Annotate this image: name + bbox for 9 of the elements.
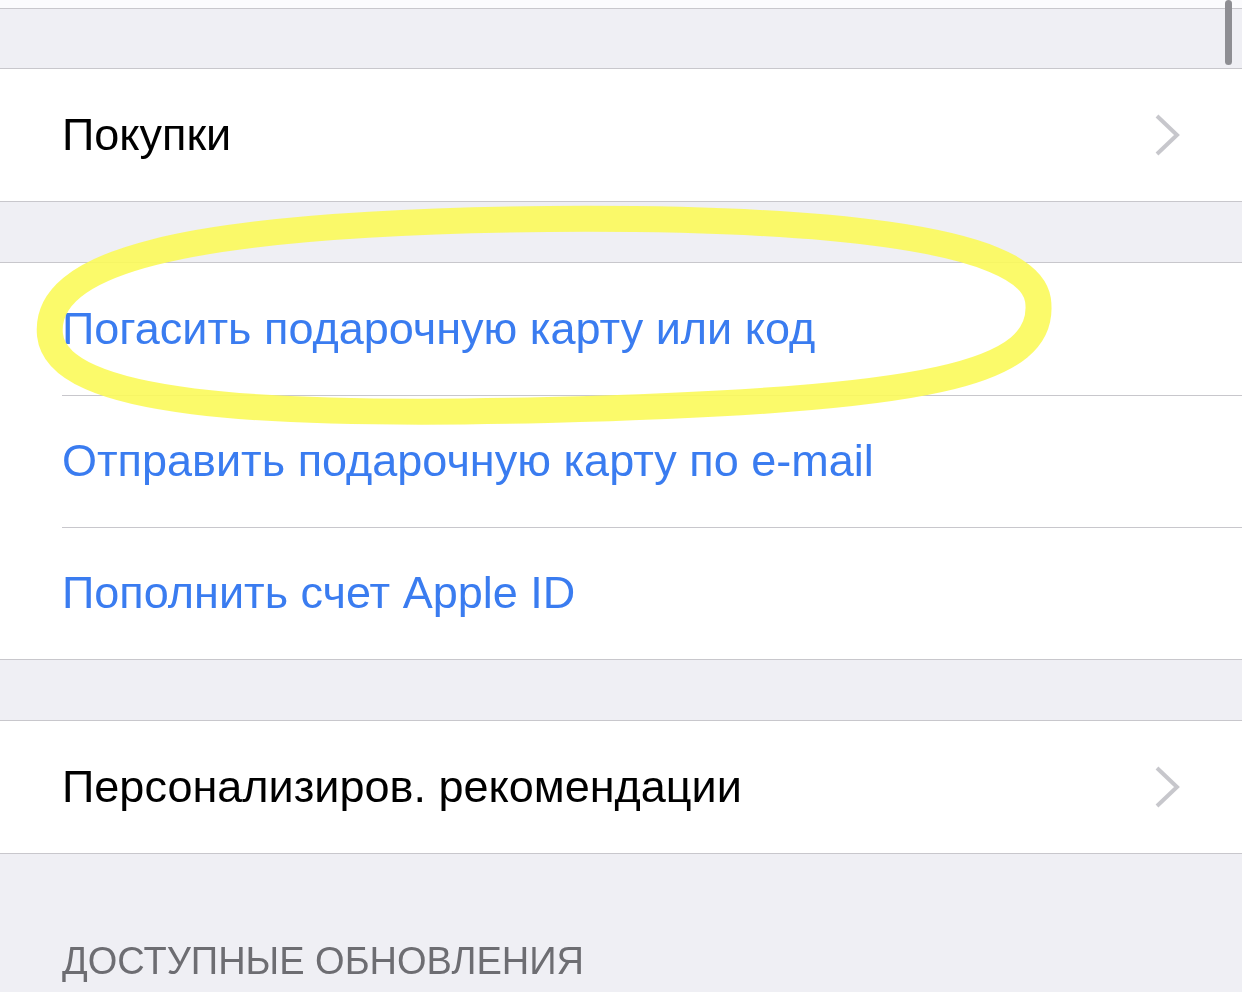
chevron-icon	[1154, 113, 1180, 157]
section-header: ДОСТУПНЫЕ ОБНОВЛЕНИЯ	[61, 939, 586, 983]
chevron-icon	[1154, 765, 1180, 809]
menu-row[interactable]: Персонализиров. рекомендации	[0, 721, 1242, 853]
action-row[interactable]: Отправить подарочную карту по e-mail	[0, 395, 1242, 527]
scroll-bar	[1225, 0, 1232, 65]
action-row[interactable]: Погасить подарочную карту или код	[0, 263, 1242, 395]
action-row[interactable]: Пополнить счет Apple ID	[0, 527, 1242, 659]
menu-row[interactable]: Покупки	[0, 69, 1242, 201]
